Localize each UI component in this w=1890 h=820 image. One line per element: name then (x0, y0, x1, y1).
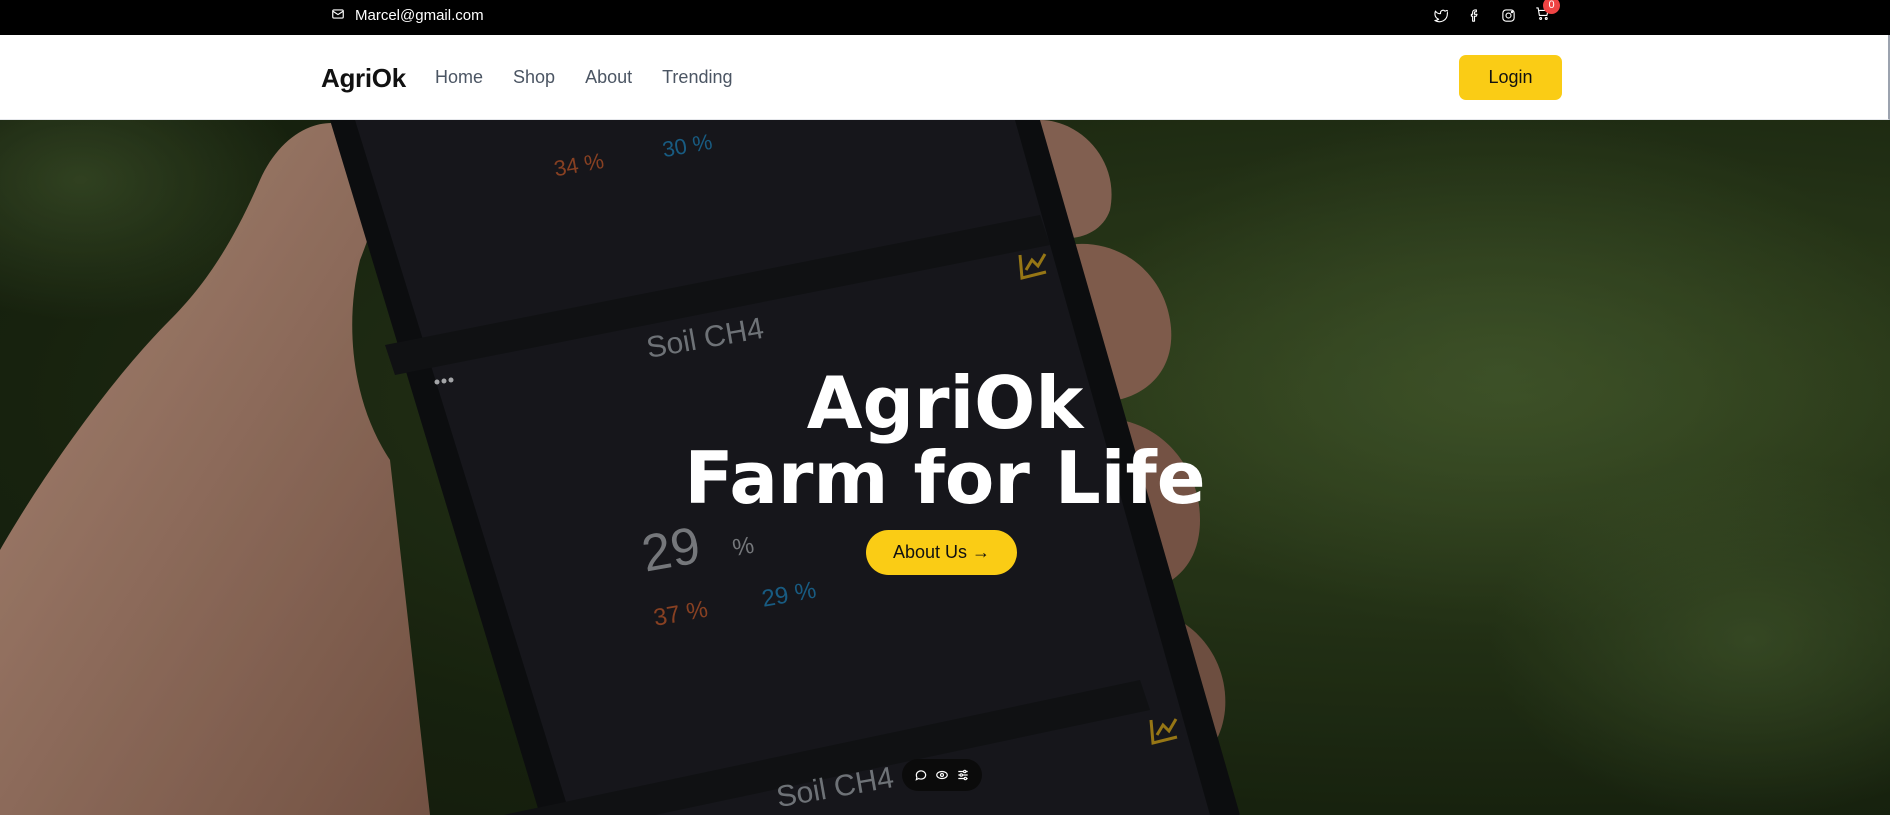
nav-link-trending[interactable]: Trending (662, 67, 732, 88)
hero-title-tagline: Farm for Life (684, 436, 1206, 520)
eye-icon[interactable] (934, 767, 950, 783)
hero-section: 34 % 30 % Soil CH4 29 % 37 % 29 % Soil C… (0, 120, 1890, 815)
nav-link-shop[interactable]: Shop (513, 67, 555, 88)
floating-toolbar (902, 759, 982, 791)
brand-logo[interactable]: AgriOk (321, 63, 406, 94)
nav-links: Home Shop About Trending (435, 67, 732, 88)
nav-link-about[interactable]: About (585, 67, 632, 88)
mail-icon (331, 7, 345, 25)
cart-button[interactable]: 0 (1534, 0, 1560, 24)
comment-icon[interactable] (913, 767, 929, 783)
main-navbar: AgriOk Home Shop About Trending Login (0, 35, 1890, 120)
login-button[interactable]: Login (1459, 55, 1562, 100)
sliders-icon[interactable] (955, 767, 971, 783)
about-us-button[interactable]: About Us → (866, 530, 1017, 575)
top-bar: Marcel@gmail.com 0 (0, 0, 1890, 35)
nav-link-home[interactable]: Home (435, 67, 483, 88)
facebook-icon[interactable] (1466, 7, 1483, 24)
social-links: 0 (1432, 0, 1560, 31)
twitter-icon[interactable] (1432, 7, 1449, 24)
cart-count-badge: 0 (1543, 0, 1560, 14)
email-text: Marcel@gmail.com (355, 7, 484, 24)
contact-email[interactable]: Marcel@gmail.com (331, 0, 484, 31)
instagram-icon[interactable] (1500, 7, 1517, 24)
hero-title-brand: AgriOk (806, 361, 1084, 445)
